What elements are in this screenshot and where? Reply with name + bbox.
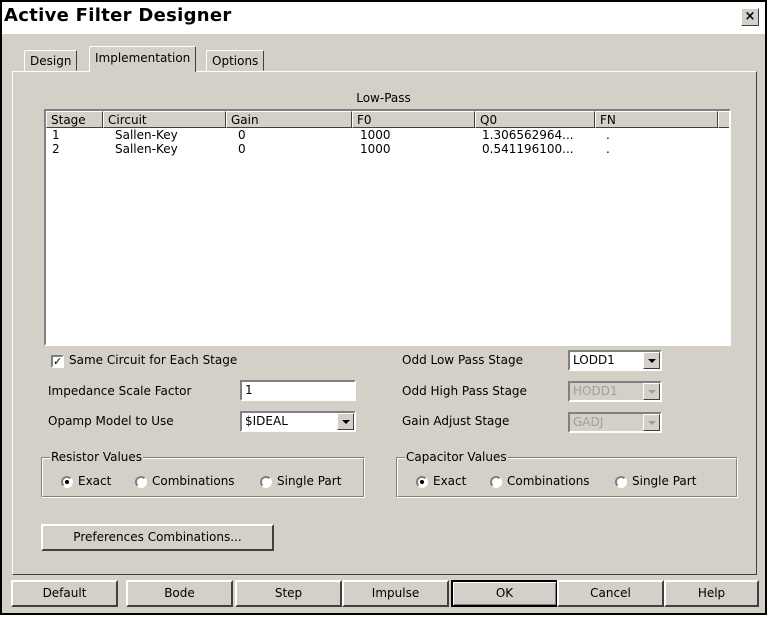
check-mark-icon: ✓	[53, 355, 63, 368]
gain-adjust-label: Gain Adjust Stage	[402, 414, 510, 428]
capacitor-combinations-radio[interactable]	[490, 476, 502, 488]
cancel-button[interactable]: Cancel	[557, 580, 664, 607]
opamp-model-select[interactable]: $IDEAL	[240, 411, 356, 432]
capacitor-values-title: Capacitor Values	[405, 450, 508, 464]
capacitor-exact-radio[interactable]	[416, 476, 428, 488]
opamp-model-value: $IDEAL	[245, 414, 288, 428]
odd-low-pass-value: LODD1	[573, 353, 615, 367]
help-button[interactable]: Help	[664, 580, 759, 607]
bode-button[interactable]: Bode	[126, 580, 233, 607]
resistor-combinations-label: Combinations	[152, 474, 235, 488]
gain-adjust-dropdown-button	[643, 414, 660, 431]
odd-low-pass-dropdown-button[interactable]	[643, 352, 660, 369]
stage-list[interactable]: Stage Circuit Gain F0 Q0 FN 1 Sallen-Key…	[44, 109, 731, 346]
cell-f0: 1000	[360, 128, 391, 142]
column-header-fn[interactable]: FN	[595, 111, 718, 128]
cell-gain: 0	[238, 128, 246, 142]
cell-q0: 1.306562964...	[482, 128, 574, 142]
tab-options[interactable]: Options	[206, 50, 265, 71]
default-button[interactable]: Default	[11, 580, 118, 607]
capacitor-single-part-label: Single Part	[632, 474, 697, 488]
cell-stage: 2	[52, 142, 60, 156]
table-row[interactable]: 1 Sallen-Key 0 1000 1.306562964... .	[46, 128, 729, 143]
gain-adjust-value: GADJ	[573, 415, 604, 429]
resistor-combinations-radio[interactable]	[135, 476, 147, 488]
resistor-values-title: Resistor Values	[50, 450, 144, 464]
ok-button[interactable]: OK	[451, 580, 558, 607]
capacitor-values-group: Capacitor Values Exact Combinations Sing…	[396, 450, 738, 498]
cell-circuit: Sallen-Key	[115, 142, 178, 156]
resistor-exact-radio[interactable]	[61, 476, 73, 488]
tab-implementation-label: Implementation	[95, 51, 191, 65]
resistor-single-part-radio[interactable]	[260, 476, 272, 488]
step-button[interactable]: Step	[235, 580, 342, 607]
filter-type-caption: Low-Pass	[356, 91, 411, 105]
impulse-button[interactable]: Impulse	[342, 580, 449, 607]
column-header-f0[interactable]: F0	[352, 111, 475, 128]
capacitor-single-part-radio[interactable]	[615, 476, 627, 488]
odd-high-pass-select: HODD1	[568, 381, 662, 402]
column-header-filler	[718, 111, 729, 128]
capacitor-combinations-label: Combinations	[507, 474, 590, 488]
chevron-down-icon	[648, 359, 656, 363]
odd-low-pass-select[interactable]: LODD1	[568, 350, 662, 371]
cell-gain: 0	[238, 142, 246, 156]
tab-implementation[interactable]: Implementation	[89, 46, 197, 72]
column-header-gain[interactable]: Gain	[226, 111, 352, 128]
cell-circuit: Sallen-Key	[115, 128, 178, 142]
column-header-circuit[interactable]: Circuit	[103, 111, 226, 128]
impedance-scale-input[interactable]: 1	[240, 380, 356, 401]
chevron-down-icon	[342, 420, 350, 424]
same-circuit-label: Same Circuit for Each Stage	[69, 353, 238, 367]
column-header-q0[interactable]: Q0	[475, 111, 595, 128]
title-bar: Active Filter Designer ×	[2, 2, 765, 34]
resistor-exact-label: Exact	[78, 474, 112, 488]
tab-design-label: Design	[30, 54, 72, 68]
cell-f0: 1000	[360, 142, 391, 156]
resistor-values-group: Resistor Values Exact Combinations Singl…	[41, 450, 365, 498]
impedance-scale-label: Impedance Scale Factor	[48, 384, 192, 398]
cell-fn: .	[606, 142, 610, 156]
cell-stage: 1	[52, 128, 60, 142]
close-button[interactable]: ×	[741, 8, 759, 26]
odd-low-pass-label: Odd Low Pass Stage	[402, 353, 523, 367]
stage-list-header: Stage Circuit Gain F0 Q0 FN	[46, 111, 729, 128]
odd-high-pass-dropdown-button	[643, 383, 660, 400]
column-header-stage[interactable]: Stage	[46, 111, 103, 128]
chevron-down-icon	[648, 421, 656, 425]
table-row[interactable]: 2 Sallen-Key 0 1000 0.541196100... .	[46, 142, 729, 157]
resistor-single-part-label: Single Part	[277, 474, 342, 488]
preferences-combinations-button[interactable]: Preferences Combinations...	[41, 524, 274, 551]
active-filter-designer-dialog: Active Filter Designer × Design Implemen…	[0, 0, 767, 615]
cell-q0: 0.541196100...	[482, 142, 574, 156]
odd-high-pass-label: Odd High Pass Stage	[402, 384, 527, 398]
odd-high-pass-value: HODD1	[573, 384, 618, 398]
gain-adjust-select: GADJ	[568, 412, 662, 433]
chevron-down-icon	[648, 390, 656, 394]
cell-fn: .	[606, 128, 610, 142]
close-icon: ×	[744, 9, 756, 24]
tab-options-label: Options	[212, 54, 259, 68]
same-circuit-checkbox[interactable]: ✓	[51, 355, 64, 368]
opamp-model-label: Opamp Model to Use	[48, 414, 174, 428]
tab-design[interactable]: Design	[24, 50, 78, 71]
window-title: Active Filter Designer	[4, 5, 232, 26]
capacitor-exact-label: Exact	[433, 474, 467, 488]
opamp-model-dropdown-button[interactable]	[337, 413, 354, 430]
